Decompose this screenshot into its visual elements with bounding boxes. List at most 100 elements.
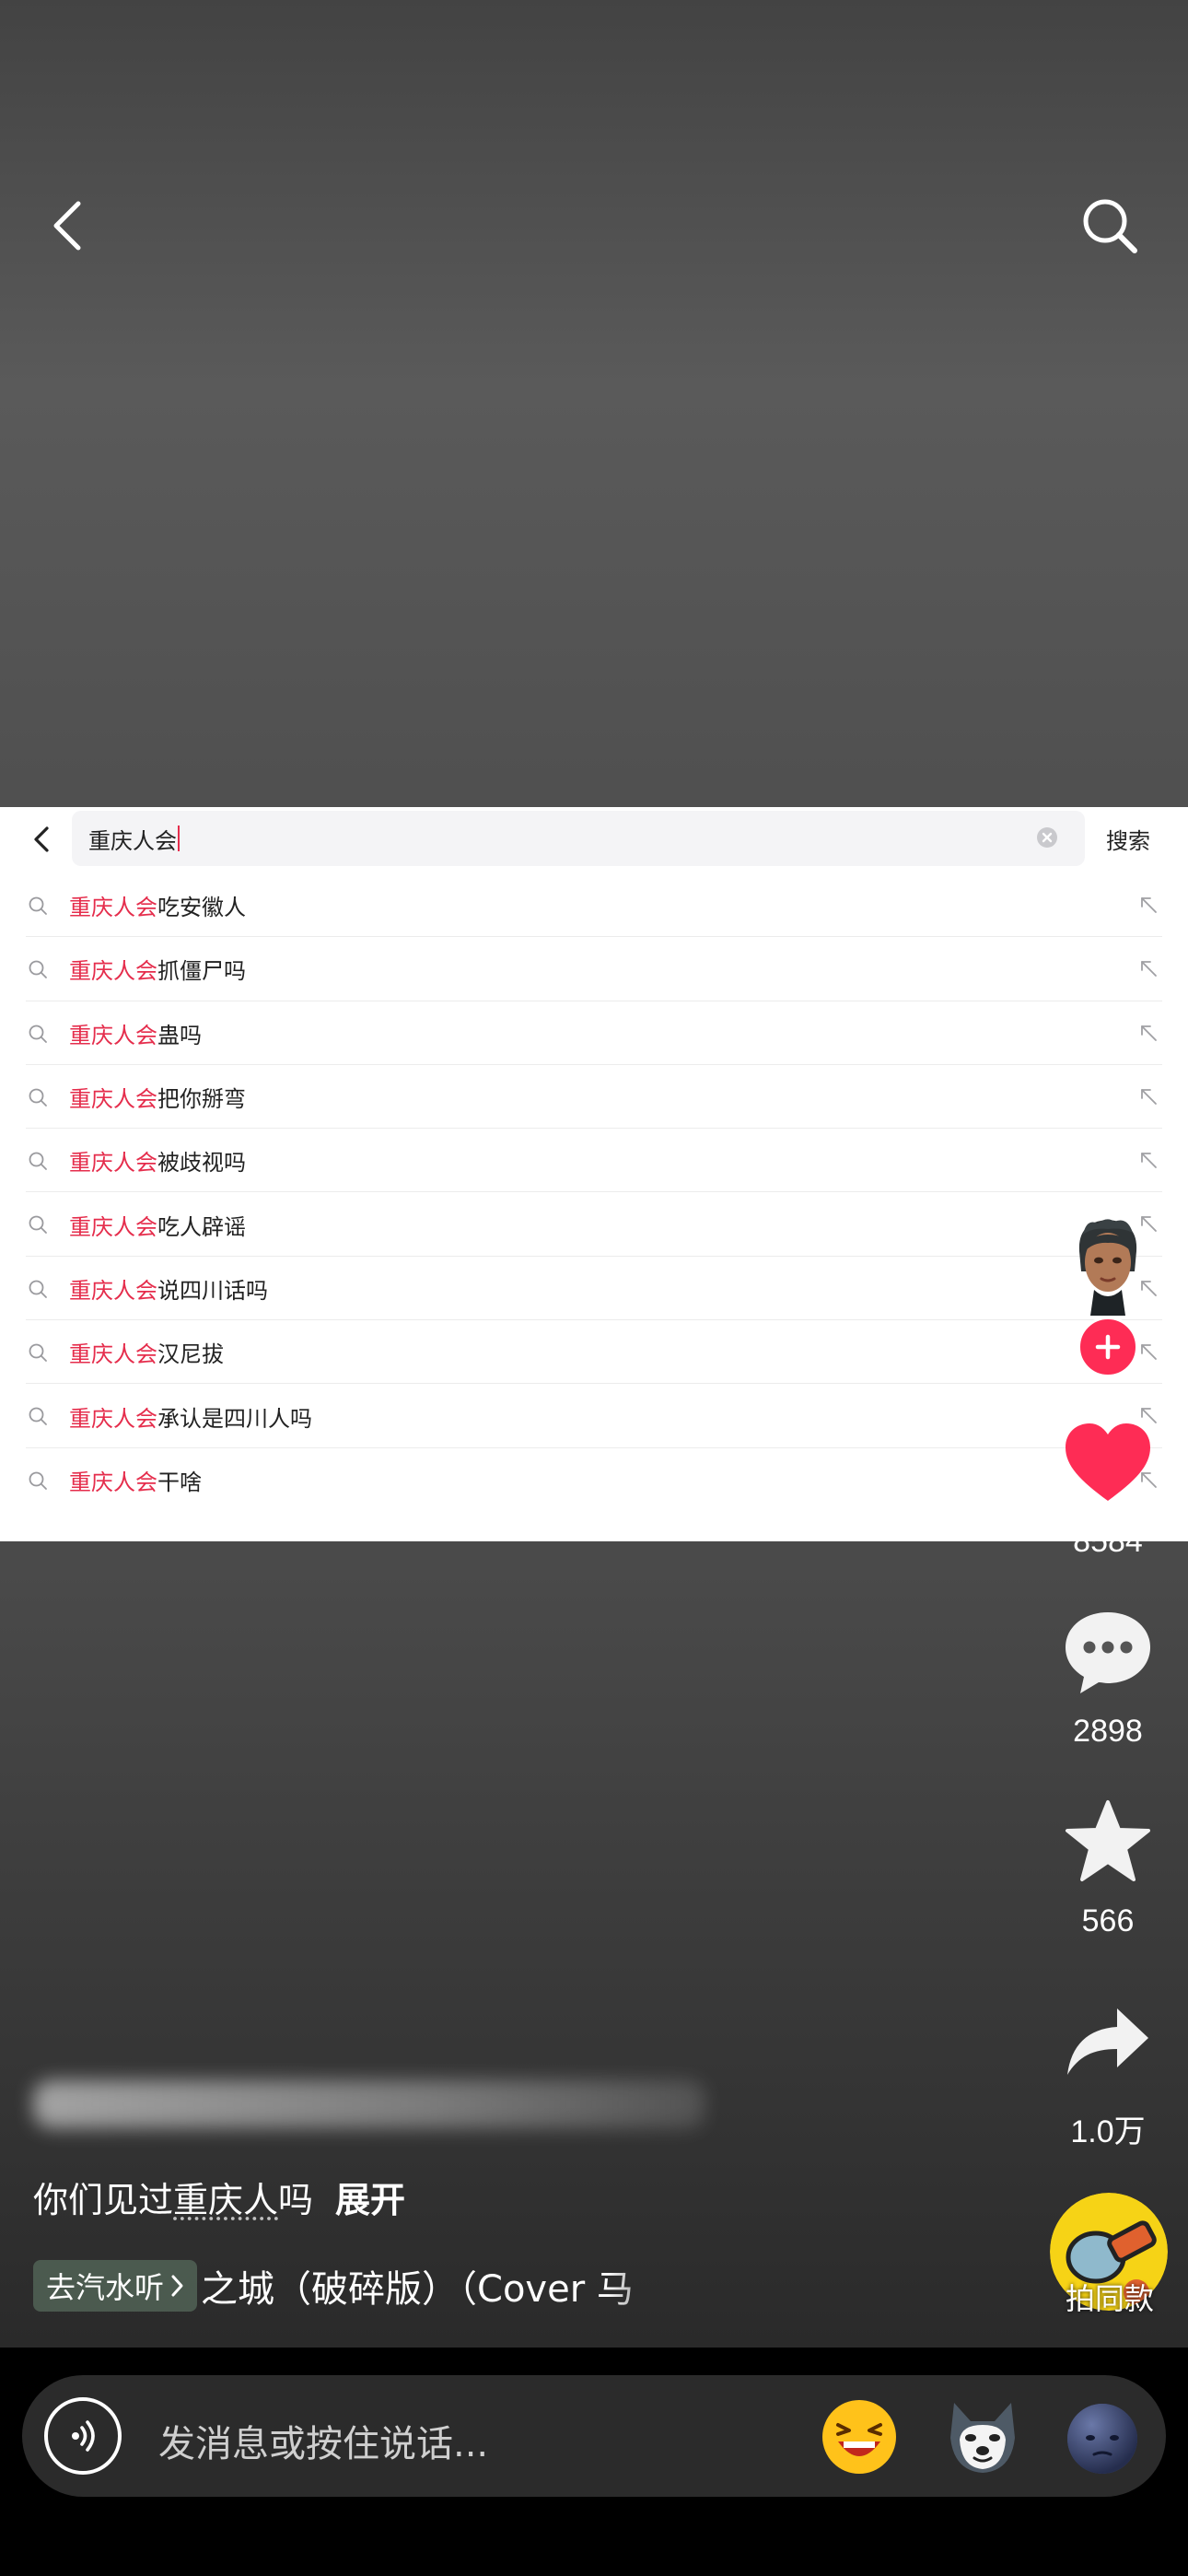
share-button[interactable] [1059, 1997, 1157, 2086]
share-count: 1.0万 [1070, 2114, 1146, 2149]
star-icon [1066, 1800, 1150, 1881]
fill-query-arrow-icon[interactable] [1137, 1022, 1159, 1044]
search-icon [29, 1088, 47, 1107]
follow-button[interactable] [1077, 1317, 1138, 1377]
search-back-button[interactable] [20, 818, 63, 861]
heart-icon [1066, 1423, 1150, 1501]
suggestion-highlight: 重庆人会 [69, 895, 157, 921]
caption-tag[interactable]: 重庆人 [173, 2180, 278, 2220]
chevron-right-icon [171, 2275, 183, 2297]
suggestion-rest: 吃安徽人 [157, 895, 246, 921]
suggestion-item[interactable]: 重庆人会吃安徽人 [0, 873, 1188, 938]
share-arrow-icon [1067, 2008, 1148, 2075]
suggestion-item[interactable]: 重庆人会吃人辟谣 [0, 1192, 1188, 1258]
search-query-text: 重庆人会 [88, 827, 177, 854]
suggestion-text: 重庆人会把你掰弯 [69, 1081, 246, 1113]
suggestion-item[interactable]: 重庆人会干啥 [0, 1448, 1188, 1512]
suggestion-highlight: 重庆人会 [69, 1469, 157, 1495]
suggestion-item[interactable]: 重庆人会抓僵尸吗 [0, 937, 1188, 1001]
suggestion-highlight: 重庆人会 [69, 1150, 157, 1177]
expand-button[interactable]: 展开 [335, 2180, 405, 2220]
fill-query-arrow-icon[interactable] [1137, 1149, 1159, 1171]
comment-icon [1066, 1612, 1150, 1693]
plus-icon [1095, 1334, 1121, 1360]
chevron-left-icon [34, 826, 49, 852]
like-count: 8584 [1073, 1524, 1143, 1559]
music-row: 去汽水听 之城（破碎版）（Cover 马 [33, 2259, 680, 2313]
music-title[interactable]: 之城（破碎版）（Cover 马 [201, 2259, 680, 2313]
search-icon [29, 1280, 47, 1298]
suggestion-item[interactable]: 重庆人会把你掰弯 [0, 1065, 1188, 1130]
suggestion-rest: 蛊吗 [157, 1022, 202, 1048]
go-listen-label: 去汽水听 [46, 2270, 165, 2305]
search-input[interactable]: 重庆人会 [72, 811, 1085, 866]
avatar [1078, 1219, 1137, 1316]
comment-button[interactable] [1059, 1609, 1157, 1697]
suggestion-text: 重庆人会被歧视吗 [69, 1144, 246, 1177]
husky-sticker-icon[interactable] [943, 2397, 1022, 2476]
suggestion-text: 重庆人会承认是四川人吗 [69, 1400, 312, 1433]
caption-text-end: 吗 [278, 2180, 314, 2220]
voice-icon [72, 2420, 95, 2452]
comment-count: 2898 [1073, 1714, 1143, 1749]
search-icon [29, 1025, 47, 1043]
search-icon [29, 960, 47, 979]
chevron-left-icon [53, 201, 81, 251]
suggestion-item[interactable]: 重庆人会被歧视吗 [0, 1129, 1188, 1193]
clear-circle-icon[interactable] [1035, 825, 1059, 849]
search-icon [29, 1152, 47, 1171]
fill-query-arrow-icon[interactable] [1137, 957, 1159, 979]
suggestion-highlight: 重庆人会 [69, 1341, 157, 1368]
search-icon [29, 1343, 47, 1362]
favorite-button[interactable] [1059, 1797, 1157, 1885]
search-button[interactable] [1068, 184, 1151, 267]
suggestion-text: 重庆人会汉尼拔 [69, 1336, 224, 1368]
like-button[interactable] [1059, 1419, 1157, 1507]
suggestion-text: 重庆人会蛊吗 [69, 1017, 202, 1049]
suggestion-item[interactable]: 重庆人会汉尼拔 [0, 1320, 1188, 1385]
author-avatar[interactable] [1066, 1214, 1149, 1316]
suggestion-text: 重庆人会吃人辟谣 [69, 1209, 246, 1241]
suggestion-rest: 被歧视吗 [157, 1150, 246, 1177]
suggestion-highlight: 重庆人会 [69, 1277, 157, 1304]
caption-text: 你们见过 [33, 2180, 174, 2220]
fill-query-arrow-icon[interactable] [1137, 1341, 1159, 1363]
dark-moon-face-icon[interactable] [1063, 2397, 1142, 2476]
suggestion-rest: 干啥 [157, 1469, 202, 1495]
suggestion-text: 重庆人会吃安徽人 [69, 889, 246, 921]
suggestion-rest: 把你掰弯 [157, 1086, 246, 1113]
favorite-count: 566 [1081, 1903, 1135, 1938]
message-input-placeholder[interactable]: 发消息或按住说话... [158, 2414, 488, 2467]
text-caret [178, 825, 180, 851]
search-bar: 重庆人会 搜索 [0, 807, 1188, 872]
author-name-blurred[interactable] [33, 2080, 705, 2128]
search-suggestion-panel: 重庆人会 搜索 重庆人会吃安徽人 重庆人会抓僵尸吗 重庆人会蛊吗 重庆人会把你掰弯 重庆… [0, 807, 1188, 1541]
suggestion-text: 重庆人会抓僵尸吗 [69, 953, 246, 985]
suggestion-highlight: 重庆人会 [69, 1086, 157, 1113]
suggestion-rest: 吃人辟谣 [157, 1213, 246, 1240]
suggestion-rest: 抓僵尸吗 [157, 958, 246, 985]
suggestion-rest: 说四川话吗 [157, 1277, 268, 1304]
suggestion-item[interactable]: 重庆人会承认是四川人吗 [0, 1384, 1188, 1448]
suggestion-item[interactable]: 重庆人会说四川话吗 [0, 1257, 1188, 1321]
suggestion-text: 重庆人会说四川话吗 [69, 1272, 268, 1305]
suggestion-list: 重庆人会吃安徽人 重庆人会抓僵尸吗 重庆人会蛊吗 重庆人会把你掰弯 重庆人会被歧视吗 重庆… [0, 873, 1188, 1512]
suggestion-highlight: 重庆人会 [69, 1022, 157, 1048]
search-icon [29, 1216, 47, 1235]
suggestion-highlight: 重庆人会 [69, 1213, 157, 1240]
search-icon [29, 896, 47, 915]
suggestion-item[interactable]: 重庆人会蛊吗 [0, 1001, 1188, 1066]
voice-button[interactable] [44, 2397, 122, 2475]
search-icon [1083, 199, 1137, 253]
same-style-label[interactable]: 拍同款 [1050, 2276, 1170, 2318]
search-submit-button[interactable]: 搜索 [1087, 811, 1170, 866]
search-icon [29, 1407, 47, 1426]
suggestion-highlight: 重庆人会 [69, 1405, 157, 1432]
fill-query-arrow-icon[interactable] [1137, 894, 1159, 916]
back-button[interactable] [26, 184, 109, 267]
fill-query-arrow-icon[interactable] [1137, 1085, 1159, 1107]
video-caption: 你们见过重庆人吗 展开 [33, 2172, 405, 2222]
laughing-emoji-icon[interactable] [820, 2397, 899, 2476]
suggestion-text: 重庆人会干啥 [69, 1464, 202, 1496]
go-listen-button[interactable]: 去汽水听 [33, 2260, 198, 2312]
